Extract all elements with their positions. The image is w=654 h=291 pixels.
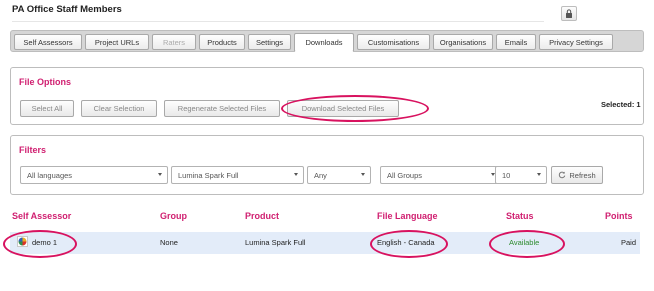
header-product[interactable]: Product	[245, 211, 279, 221]
group-select-value: All Groups	[387, 170, 423, 180]
points-cell: Paid	[621, 238, 637, 247]
tab-raters: Raters	[152, 34, 196, 50]
filters-title: Filters	[19, 145, 47, 155]
tab-emails[interactable]: Emails	[496, 34, 536, 50]
product-cell: Lumina Spark Full	[245, 238, 306, 247]
lock-icon	[566, 9, 572, 18]
file-options-panel: File Options Select All Clear Selection …	[10, 67, 644, 125]
selected-count: Selected: 1	[601, 100, 641, 109]
page-title: PA Office Staff Members	[12, 4, 122, 15]
group-select[interactable]: All Groups	[380, 166, 501, 184]
regenerate-selected-files-button[interactable]: Regenerate Selected Files	[164, 100, 280, 117]
dropdown-caret-icon	[537, 173, 541, 176]
tab-project-urls[interactable]: Project URLs	[85, 34, 149, 50]
table-row[interactable]	[10, 232, 640, 254]
dropdown-caret-icon	[158, 173, 162, 176]
file-language-cell: English - Canada	[377, 238, 435, 247]
select-all-button[interactable]: Select All	[20, 100, 74, 117]
clear-selection-button[interactable]: Clear Selection	[81, 100, 157, 117]
refresh-label: Refresh	[569, 170, 596, 180]
dropdown-caret-icon	[361, 173, 365, 176]
download-selected-files-button[interactable]: Download Selected Files	[287, 100, 399, 117]
language-select-value: All languages	[27, 170, 73, 180]
refresh-icon	[559, 171, 566, 179]
filters-panel: Filters All languages Lumina Spark Full …	[10, 135, 644, 195]
title-divider	[12, 21, 544, 22]
header-status[interactable]: Status	[506, 211, 534, 221]
file-options-title: File Options	[19, 77, 72, 87]
page-size-select-value: 10	[502, 170, 511, 180]
any-select-value: Any	[314, 170, 327, 180]
tab-organisations[interactable]: Organisations	[433, 34, 493, 50]
tab-products[interactable]: Products	[199, 34, 245, 50]
product-select-value: Lumina Spark Full	[178, 170, 239, 180]
header-self-assessor[interactable]: Self Assessor	[12, 211, 71, 221]
tab-customisations[interactable]: Customisations	[357, 34, 430, 50]
tab-self-assessors[interactable]: Self Assessors	[14, 34, 82, 50]
header-group[interactable]: Group	[160, 211, 187, 221]
lock-button[interactable]	[561, 6, 577, 21]
product-select[interactable]: Lumina Spark Full	[171, 166, 304, 184]
header-points[interactable]: Points	[605, 211, 633, 221]
avatar-icon	[17, 236, 28, 247]
status-cell: Available	[509, 238, 540, 247]
language-select[interactable]: All languages	[20, 166, 168, 184]
tab-privacy-settings[interactable]: Privacy Settings	[539, 34, 613, 50]
tab-bar: Self Assessors Project URLs Raters Produ…	[10, 30, 644, 52]
tab-settings[interactable]: Settings	[248, 34, 291, 50]
tab-downloads[interactable]: Downloads	[294, 33, 354, 52]
page-size-select[interactable]: 10	[495, 166, 547, 184]
any-select[interactable]: Any	[307, 166, 371, 184]
self-assessor-name[interactable]: demo 1	[32, 238, 57, 247]
refresh-button[interactable]: Refresh	[551, 166, 603, 184]
dropdown-caret-icon	[294, 173, 298, 176]
header-file-language[interactable]: File Language	[377, 211, 438, 221]
group-cell: None	[160, 238, 178, 247]
